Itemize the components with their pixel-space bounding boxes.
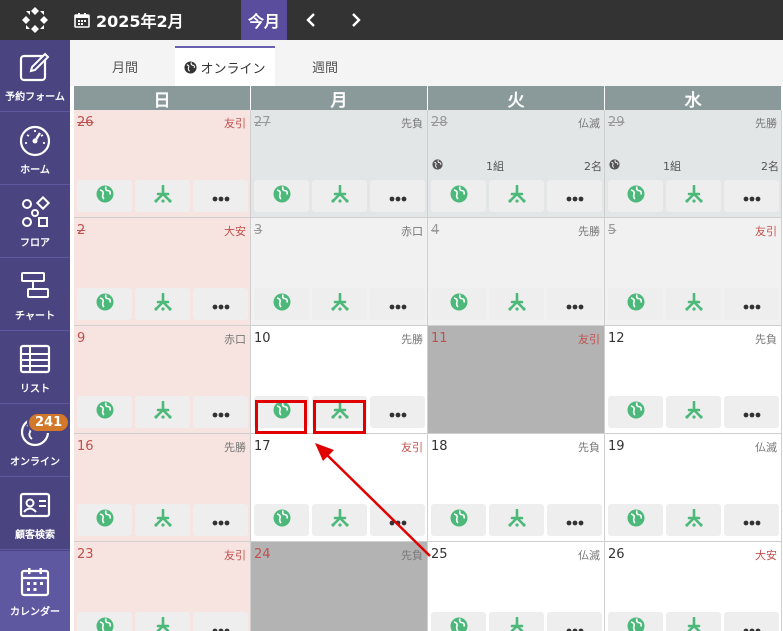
annotation-arrow bbox=[315, 443, 431, 557]
